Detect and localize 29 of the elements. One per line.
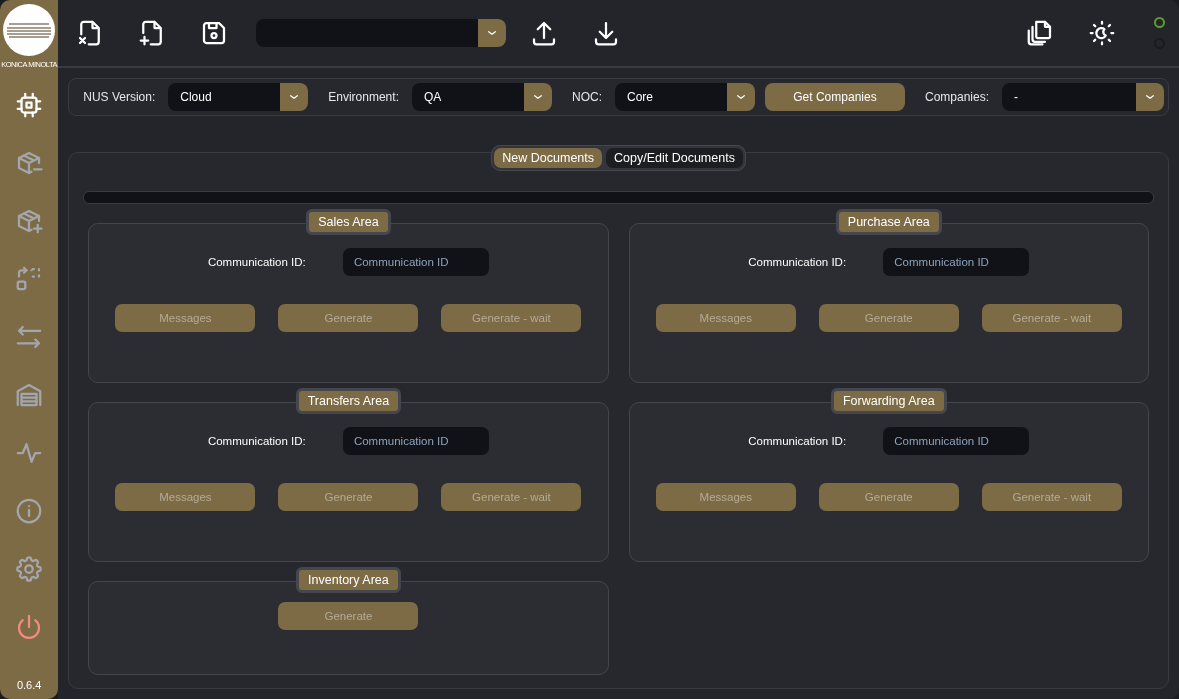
filter-dropdown[interactable]: Cloud xyxy=(168,83,309,111)
filter-dropdown[interactable]: - xyxy=(1002,83,1164,111)
field-label: Communication ID: xyxy=(748,256,844,268)
filter-label: NOC: xyxy=(571,90,602,104)
communication-id-field[interactable]: Communication ID xyxy=(342,427,489,455)
filter-label: Environment: xyxy=(328,90,399,104)
area-title: Transfers Area xyxy=(295,388,402,414)
globe-logo-icon xyxy=(3,4,56,56)
filter-dropdown[interactable]: QA xyxy=(411,83,552,111)
get-companies-button[interactable]: Get Companies xyxy=(764,83,905,111)
area-title: Inventory Area xyxy=(296,567,401,593)
sun-moon-icon xyxy=(1087,18,1117,48)
field-label: Communication ID: xyxy=(748,435,844,447)
communication-id-field[interactable]: Communication ID xyxy=(342,248,489,276)
filter-label: Companies: xyxy=(924,90,989,104)
field-label: Communication ID: xyxy=(207,435,303,447)
document-tab[interactable]: Copy/Edit Documents xyxy=(606,148,743,168)
area-title: Forwarding Area xyxy=(830,388,947,414)
file-dropdown[interactable] xyxy=(256,19,507,47)
document-tab[interactable]: New Documents xyxy=(494,148,602,168)
version-label: 0.6.4 xyxy=(16,679,42,691)
communication-id-field[interactable]: Communication ID xyxy=(883,427,1030,455)
settings-icon xyxy=(14,554,45,584)
area-title: Sales Area xyxy=(306,209,391,235)
filter-dropdown[interactable]: Core xyxy=(614,83,755,111)
filter-label: NUS Version: xyxy=(83,90,156,104)
field-label: Communication ID: xyxy=(207,256,303,268)
communication-id-field[interactable]: Communication ID xyxy=(883,248,1030,276)
area-title: Purchase Area xyxy=(835,209,942,235)
